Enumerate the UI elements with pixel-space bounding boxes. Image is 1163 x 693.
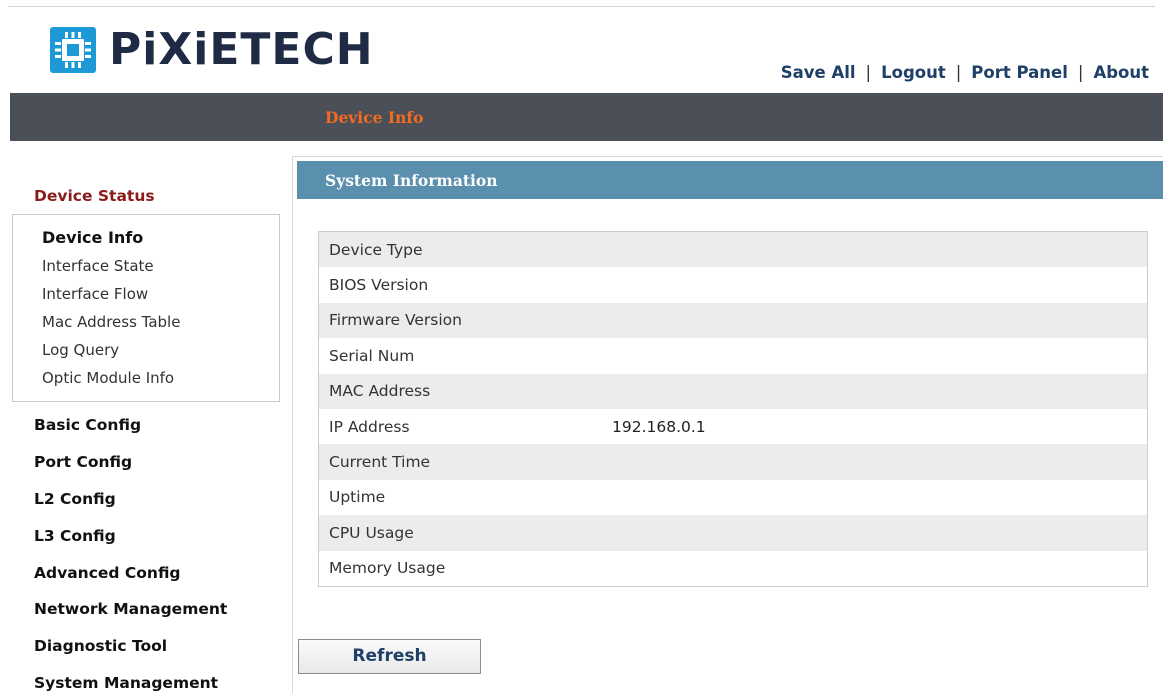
row-label: Uptime: [329, 488, 386, 507]
table-row: CPU Usage: [319, 515, 1147, 551]
table-row: Serial Num: [319, 338, 1147, 373]
row-label: Device Type: [329, 240, 423, 259]
save-all-link[interactable]: Save All: [781, 63, 856, 82]
row-label: BIOS Version: [329, 276, 429, 295]
nav-bar: Device Info: [10, 93, 1163, 141]
table-row: Current Time: [319, 444, 1147, 480]
brand-name: PiXiETECH: [109, 24, 374, 75]
table-row: MAC Address: [319, 373, 1147, 409]
sidebar-sub-interface-flow[interactable]: Interface Flow: [42, 285, 148, 303]
sidebar-item-port-config[interactable]: Port Config: [34, 453, 132, 471]
logout-link[interactable]: Logout: [881, 63, 946, 82]
chip-icon: [50, 27, 96, 73]
sidebar-submenu: Device Info Interface State Interface Fl…: [12, 214, 280, 402]
top-links: Save All | Logout | Port Panel | About: [781, 63, 1149, 82]
sidebar-item-system-management[interactable]: System Management: [34, 674, 218, 692]
table-row: BIOS Version: [319, 267, 1147, 302]
row-label: MAC Address: [329, 382, 431, 401]
table-row: Uptime: [319, 480, 1147, 515]
table-row: Device Type: [319, 232, 1147, 268]
row-label: Firmware Version: [329, 311, 462, 330]
refresh-button[interactable]: Refresh: [298, 639, 481, 674]
link-separator: |: [865, 63, 872, 82]
row-label: CPU Usage: [329, 523, 414, 542]
row-value: 192.168.0.1: [612, 417, 706, 436]
row-label: Serial Num: [329, 346, 415, 365]
sidebar-sub-interface-state[interactable]: Interface State: [42, 257, 154, 275]
system-info-panel: System Information Device Type BIOS Vers…: [292, 156, 1163, 693]
sidebar-item-l3-config[interactable]: L3 Config: [34, 527, 116, 545]
panel-header: System Information: [297, 161, 1163, 199]
sidebar-item-l2-config[interactable]: L2 Config: [34, 490, 116, 508]
row-label: Current Time: [329, 453, 431, 472]
sidebar-item-basic-config[interactable]: Basic Config: [34, 416, 141, 434]
table-row: Firmware Version: [319, 302, 1147, 339]
sidebar-sub-device-info[interactable]: Device Info: [42, 228, 143, 247]
row-label: IP Address: [329, 417, 410, 436]
sidebar-sub-log-query[interactable]: Log Query: [42, 341, 119, 359]
tab-device-info[interactable]: Device Info: [325, 108, 423, 127]
table-row: Memory Usage: [319, 551, 1147, 586]
link-separator: |: [955, 63, 962, 82]
port-panel-link[interactable]: Port Panel: [971, 63, 1068, 82]
table-row: IP Address 192.168.0.1: [319, 409, 1147, 444]
sidebar-group-device-status[interactable]: Device Status: [34, 187, 155, 205]
about-link[interactable]: About: [1093, 63, 1149, 82]
sidebar-item-diagnostic-tool[interactable]: Diagnostic Tool: [34, 637, 167, 655]
sidebar-sub-mac-address-table[interactable]: Mac Address Table: [42, 313, 180, 331]
top-divider: [8, 6, 1155, 7]
system-info-table: Device Type BIOS Version Firmware Versio…: [318, 231, 1148, 587]
sidebar-sub-optic-module-info[interactable]: Optic Module Info: [42, 369, 174, 387]
row-label: Memory Usage: [329, 559, 446, 578]
sidebar-item-network-management[interactable]: Network Management: [34, 600, 227, 618]
panel-title: System Information: [325, 171, 498, 190]
link-separator: |: [1077, 63, 1084, 82]
sidebar-item-advanced-config[interactable]: Advanced Config: [34, 564, 181, 582]
brand-logo: PiXiETECH: [50, 26, 374, 74]
